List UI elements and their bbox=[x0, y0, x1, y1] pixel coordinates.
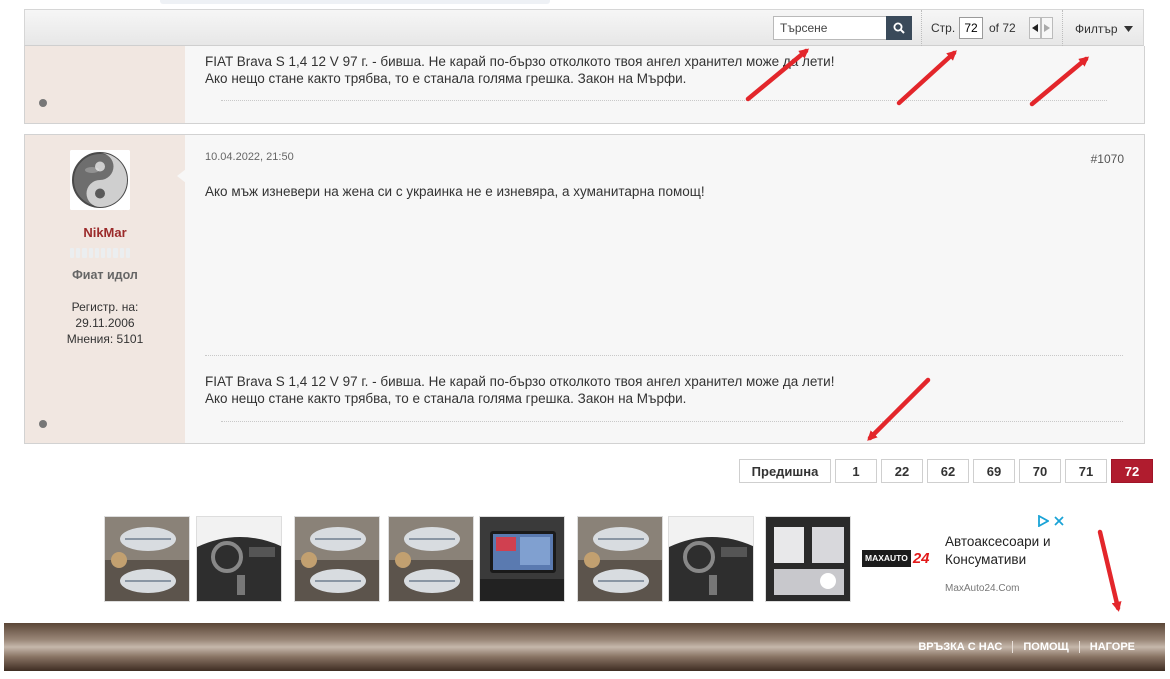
ad-image-led-bulbs[interactable] bbox=[294, 516, 380, 602]
thread-search bbox=[773, 16, 912, 40]
maxauto-logo: MAXAUTO 24 bbox=[862, 550, 936, 567]
post-count: Мнения: 5101 bbox=[66, 332, 144, 346]
advertisement[interactable]: MAXAUTO 24 Автоаксесоари и Консумативи Ma… bbox=[101, 514, 1071, 604]
back-to-top-link[interactable]: НАГОРЕ bbox=[1080, 641, 1145, 653]
registration-label: Регистр. на: bbox=[71, 300, 139, 314]
page-button-69[interactable]: 69 bbox=[973, 459, 1015, 483]
page-button-70[interactable]: 70 bbox=[1019, 459, 1061, 483]
page-button-22[interactable]: 22 bbox=[881, 459, 923, 483]
signature: FIAT Brava S 1,4 12 V 97 г. - бивша. Не … bbox=[205, 374, 835, 406]
offline-status-icon bbox=[39, 420, 47, 428]
previous-page-button[interactable]: Предишна bbox=[739, 459, 831, 483]
next-page-button[interactable] bbox=[1041, 17, 1053, 39]
triangle-left-icon bbox=[1032, 24, 1038, 32]
post-previous: FIAT Brava S 1,4 12 V 97 г. - бивша. Не … bbox=[24, 46, 1145, 124]
post-date: 10.04.2022, 21:50 bbox=[205, 151, 294, 163]
close-icon[interactable] bbox=[1053, 515, 1065, 527]
ad-image-led-bulbs[interactable] bbox=[388, 516, 474, 602]
page-label: Стр. bbox=[931, 21, 956, 35]
caret-down-icon bbox=[1123, 26, 1133, 32]
page-arrows bbox=[1029, 17, 1053, 39]
ad-image-multimedia-screen[interactable] bbox=[479, 516, 565, 602]
page-number-input[interactable] bbox=[959, 17, 983, 39]
page-button-1[interactable]: 1 bbox=[835, 459, 877, 483]
browser-scroll-indicator bbox=[160, 0, 550, 4]
user-sidebar bbox=[25, 46, 185, 123]
ad-choices bbox=[1037, 515, 1065, 527]
footer-links: ВРЪЗКА С НАС ПОМОЩ НАГОРЕ bbox=[908, 641, 1145, 653]
page-button-71[interactable]: 71 bbox=[1065, 459, 1107, 483]
page-button-72-current[interactable]: 72 bbox=[1111, 459, 1153, 483]
arrow-to-back-to-top bbox=[1097, 529, 1122, 612]
signature-divider bbox=[221, 421, 1123, 422]
contact-link[interactable]: ВРЪЗКА С НАС bbox=[908, 641, 1012, 653]
signature: FIAT Brava S 1,4 12 V 97 г. - бивша. Не … bbox=[205, 54, 835, 86]
top-line bbox=[0, 0, 1170, 8]
search-icon bbox=[893, 22, 905, 34]
thread-toolbar: Стр. of 72 Филтър bbox=[24, 9, 1144, 46]
avatar[interactable] bbox=[70, 150, 130, 210]
ad-image-led-bulbs[interactable] bbox=[577, 516, 663, 602]
ad-image-interior-lights[interactable] bbox=[765, 516, 851, 602]
search-button[interactable] bbox=[886, 16, 912, 40]
post: NikMar Фиат идол Регистр. на: 29.11.2006… bbox=[24, 134, 1145, 444]
username-link[interactable]: NikMar bbox=[25, 225, 185, 240]
signature-divider bbox=[221, 100, 1107, 101]
pagination: Предишна 1 22 62 69 70 71 72 bbox=[739, 459, 1153, 483]
triangle-right-icon bbox=[1044, 24, 1050, 32]
filter-dropdown[interactable]: Филтър bbox=[1075, 22, 1133, 36]
user-info: Регистр. на: 29.11.2006 Мнения: 5101 bbox=[25, 299, 185, 347]
user-sidebar: NikMar Фиат идол Регистр. на: 29.11.2006… bbox=[25, 135, 185, 443]
adchoices-play-icon[interactable] bbox=[1037, 515, 1049, 527]
registration-date: 29.11.2006 bbox=[75, 316, 135, 330]
user-title: Фиат идол bbox=[72, 268, 138, 282]
offline-status-icon bbox=[39, 99, 47, 107]
toolbar-divider bbox=[1062, 10, 1064, 46]
ad-image-car-interior[interactable] bbox=[196, 516, 282, 602]
ad-title[interactable]: Автоаксесоари и Консумативи bbox=[945, 533, 1051, 569]
toolbar-divider bbox=[921, 10, 923, 46]
prev-page-button[interactable] bbox=[1029, 17, 1041, 39]
help-link[interactable]: ПОМОЩ bbox=[1013, 641, 1078, 653]
filter-label: Филтър bbox=[1075, 22, 1118, 36]
ad-image-car-interior[interactable] bbox=[668, 516, 754, 602]
post-number-link[interactable]: #1070 bbox=[1091, 152, 1124, 166]
page-button-62[interactable]: 62 bbox=[927, 459, 969, 483]
signature-divider bbox=[205, 355, 1123, 356]
page-total: of 72 bbox=[989, 21, 1016, 35]
search-input[interactable] bbox=[773, 16, 886, 40]
post-pointer bbox=[177, 169, 186, 183]
post-message: Ако мъж изневери на жена си с украинка н… bbox=[205, 184, 705, 199]
ad-image-led-bulbs[interactable] bbox=[104, 516, 190, 602]
ad-url[interactable]: MaxAuto24.Com bbox=[945, 583, 1019, 594]
footer: ВРЪЗКА С НАС ПОМОЩ НАГОРЕ bbox=[4, 623, 1165, 671]
reputation-bar bbox=[70, 248, 131, 258]
